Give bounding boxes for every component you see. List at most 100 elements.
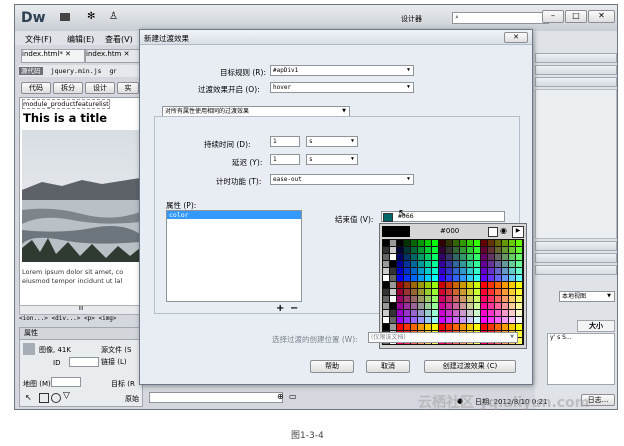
color-swatch[interactable] — [495, 310, 501, 316]
target-rule-select[interactable]: #apDiv1 — [270, 65, 414, 76]
color-swatch[interactable] — [446, 282, 452, 288]
color-swatch[interactable] — [439, 247, 445, 253]
folder-icon[interactable]: ▭ — [289, 392, 297, 401]
location-select[interactable]: (仅限该文档) — [368, 332, 518, 343]
color-swatch[interactable] — [474, 275, 480, 281]
color-swatch[interactable] — [439, 317, 445, 323]
color-swatch[interactable] — [516, 303, 522, 309]
color-swatch[interactable] — [446, 275, 452, 281]
color-swatch[interactable] — [467, 275, 473, 281]
color-swatch[interactable] — [411, 275, 417, 281]
close-button[interactable]: ✕ — [588, 10, 615, 23]
color-swatch[interactable] — [432, 240, 438, 246]
color-swatch[interactable] — [432, 310, 438, 316]
color-swatch[interactable] — [383, 261, 389, 267]
color-swatch[interactable] — [425, 240, 431, 246]
size-column-header[interactable]: 大小 — [577, 320, 615, 332]
color-swatch[interactable] — [495, 247, 501, 253]
color-swatch[interactable] — [425, 247, 431, 253]
color-swatch[interactable] — [390, 247, 396, 253]
color-swatch[interactable] — [516, 324, 522, 330]
color-swatch[interactable] — [481, 247, 487, 253]
color-swatch[interactable] — [509, 303, 515, 309]
color-swatch[interactable] — [488, 261, 494, 267]
color-swatch[interactable] — [516, 261, 522, 267]
color-swatch[interactable] — [481, 261, 487, 267]
color-swatch[interactable] — [516, 275, 522, 281]
color-swatch[interactable] — [460, 275, 466, 281]
landscape-image[interactable] — [22, 130, 140, 262]
color-swatch[interactable] — [467, 282, 473, 288]
color-swatch[interactable] — [411, 310, 417, 316]
color-swatch[interactable] — [397, 240, 403, 246]
color-swatch[interactable] — [425, 282, 431, 288]
color-swatch[interactable] — [425, 289, 431, 295]
color-swatch[interactable] — [509, 240, 515, 246]
system-color-picker-icon[interactable]: ◉ — [500, 226, 507, 235]
color-swatch[interactable] — [488, 282, 494, 288]
color-swatch[interactable] — [404, 268, 410, 274]
color-swatch[interactable] — [439, 261, 445, 267]
color-swatch[interactable] — [404, 275, 410, 281]
live-view-button[interactable]: 实 — [117, 82, 139, 94]
color-swatch[interactable] — [390, 317, 396, 323]
design-canvas[interactable]: module_productfeaturelist This is a titl… — [19, 97, 143, 307]
color-swatch[interactable] — [383, 240, 389, 246]
color-swatch[interactable] — [516, 317, 522, 323]
color-swatch[interactable] — [474, 289, 480, 295]
duration-input[interactable]: 1 — [270, 136, 300, 147]
color-swatch[interactable] — [488, 324, 494, 330]
delay-unit-select[interactable]: s — [306, 154, 358, 165]
color-swatch[interactable] — [502, 310, 508, 316]
color-swatch[interactable] — [418, 317, 424, 323]
help-button[interactable]: 帮助 — [310, 360, 354, 373]
color-swatch[interactable] — [509, 254, 515, 260]
color-swatch[interactable] — [446, 247, 452, 253]
color-swatch[interactable] — [509, 296, 515, 302]
color-swatch[interactable] — [390, 268, 396, 274]
user-icon[interactable]: ♙ — [109, 11, 118, 22]
color-swatch[interactable] — [509, 310, 515, 316]
color-swatch[interactable] — [411, 324, 417, 330]
color-swatch[interactable] — [481, 254, 487, 260]
color-swatch[interactable] — [411, 317, 417, 323]
color-swatch[interactable] — [502, 296, 508, 302]
pointer-tool-icon[interactable]: ↖ — [25, 393, 32, 402]
color-swatch[interactable] — [488, 317, 494, 323]
color-swatch[interactable] — [460, 303, 466, 309]
color-swatch[interactable] — [467, 303, 473, 309]
color-swatch[interactable] — [460, 268, 466, 274]
color-swatch[interactable] — [439, 282, 445, 288]
color-swatch[interactable] — [411, 247, 417, 253]
minimize-button[interactable]: – — [542, 10, 564, 23]
color-swatch[interactable] — [432, 317, 438, 323]
color-swatch[interactable] — [460, 261, 466, 267]
tag-selector[interactable]: <ion...> <div...> <p> <img> — [19, 315, 141, 325]
color-swatch[interactable] — [467, 247, 473, 253]
color-swatch[interactable] — [474, 317, 480, 323]
color-swatch[interactable] — [390, 254, 396, 260]
duration-unit-select[interactable]: s — [306, 136, 358, 147]
color-swatch[interactable] — [397, 303, 403, 309]
color-swatch[interactable] — [481, 282, 487, 288]
panel-header[interactable] — [535, 77, 617, 87]
color-swatch[interactable] — [495, 254, 501, 260]
color-swatch[interactable] — [404, 296, 410, 302]
color-swatch[interactable] — [418, 268, 424, 274]
color-swatch[interactable] — [390, 240, 396, 246]
menu-edit[interactable]: 编辑(E) — [67, 34, 94, 45]
color-swatch[interactable] — [432, 275, 438, 281]
color-swatch[interactable] — [460, 254, 466, 260]
color-swatch[interactable] — [397, 282, 403, 288]
menu-view[interactable]: 查看(V) — [105, 34, 133, 45]
color-swatch[interactable] — [460, 282, 466, 288]
color-swatch[interactable] — [425, 296, 431, 302]
color-swatch[interactable] — [411, 268, 417, 274]
color-swatch[interactable] — [418, 310, 424, 316]
color-swatch[interactable] — [425, 268, 431, 274]
color-swatch[interactable] — [467, 254, 473, 260]
color-swatch[interactable] — [411, 254, 417, 260]
gear-icon[interactable]: ✻ — [87, 11, 95, 22]
color-swatch[interactable] — [432, 282, 438, 288]
color-swatch[interactable] — [411, 261, 417, 267]
